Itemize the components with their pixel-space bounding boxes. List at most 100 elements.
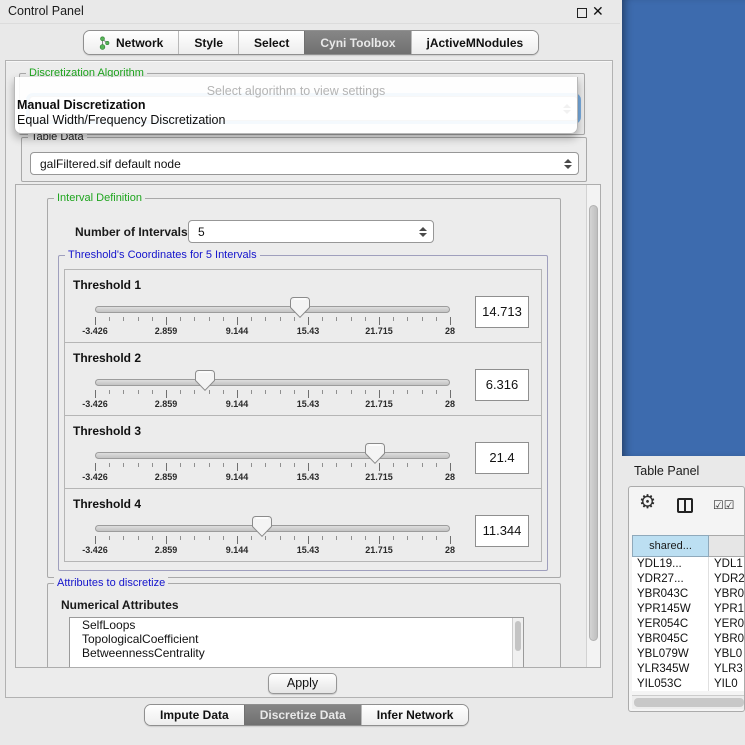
number-of-intervals-combo[interactable]: 5 bbox=[188, 220, 434, 243]
threshold-2-slider-thumb[interactable] bbox=[195, 370, 215, 391]
table-panel: Table Panel ⚙ ☑☑ shared...na YDL19...YDL… bbox=[618, 456, 745, 745]
tick-mark bbox=[322, 536, 323, 540]
tab-discretize-data[interactable]: Discretize Data bbox=[244, 705, 361, 725]
attributes-scrollbar[interactable] bbox=[512, 618, 523, 668]
column-header-na[interactable]: na bbox=[709, 535, 745, 557]
threshold-4-value-field[interactable]: 11.344 bbox=[475, 515, 529, 547]
tick-mark bbox=[95, 390, 96, 398]
tab-network[interactable]: Network bbox=[84, 31, 178, 54]
table-row[interactable]: YIL053CYIL0 bbox=[632, 677, 745, 691]
attributes-group: Attributes to discretize Numerical Attri… bbox=[47, 583, 561, 668]
threshold-1-slider[interactable]: -3.4262.8599.14415.4321.71528 bbox=[95, 270, 450, 344]
threshold-4-slider[interactable]: -3.4262.8599.14415.4321.71528 bbox=[95, 489, 450, 563]
table-row[interactable]: YBR045CYBR0 bbox=[632, 632, 745, 647]
vertical-scrollbar-thumb[interactable] bbox=[589, 205, 598, 641]
attribute-item-selfloops[interactable]: SelfLoops bbox=[70, 618, 523, 632]
control-panel: Control Panel ✕ NetworkStyleSelectCyni T… bbox=[0, 0, 620, 745]
algorithm-option-manual-discretization[interactable]: Manual Discretization bbox=[15, 98, 577, 113]
settings-gear-icon[interactable]: ⚙ bbox=[639, 493, 656, 512]
tab-impute-data[interactable]: Impute Data bbox=[145, 705, 244, 725]
slider-track[interactable] bbox=[95, 379, 450, 386]
attributes-scrollbar-thumb[interactable] bbox=[515, 621, 521, 651]
cell-name: YER0 bbox=[709, 617, 744, 632]
tab-label: Impute Data bbox=[160, 708, 229, 722]
thresholds-group-title: Threshold's Coordinates for 5 Intervals bbox=[65, 249, 260, 262]
slider-track[interactable] bbox=[95, 452, 450, 459]
tick-mark bbox=[209, 463, 210, 467]
table-row[interactable]: YBR043CYBR0 bbox=[632, 587, 745, 602]
cell-name: YBR0 bbox=[709, 632, 744, 647]
tab-style[interactable]: Style bbox=[178, 31, 238, 54]
tick-mark bbox=[223, 390, 224, 394]
tick-mark bbox=[351, 536, 352, 540]
cell-shared-name: YDL19... bbox=[632, 557, 709, 572]
horizontal-scrollbar[interactable] bbox=[632, 695, 744, 709]
tick-mark bbox=[109, 536, 110, 540]
column-header-shared[interactable]: shared... bbox=[632, 535, 709, 557]
threshold-1-slider-thumb[interactable] bbox=[290, 297, 310, 318]
table-row[interactable]: YDR27...YDR2 bbox=[632, 572, 745, 587]
tab-infer-network[interactable]: Infer Network bbox=[361, 705, 469, 725]
table-data-combo[interactable]: galFiltered.sif default node bbox=[30, 152, 579, 175]
cell-shared-name: YPR145W bbox=[632, 602, 709, 617]
tick-mark bbox=[365, 536, 366, 540]
tick-mark bbox=[251, 317, 252, 321]
numerical-attributes-list[interactable]: SelfLoopsTopologicalCoefficientBetweenne… bbox=[69, 617, 524, 668]
threshold-1-value-field[interactable]: 14.713 bbox=[475, 296, 529, 328]
tick-mark bbox=[223, 536, 224, 540]
tick-mark bbox=[209, 317, 210, 321]
tick-label: -3.426 bbox=[71, 545, 119, 555]
tick-mark bbox=[407, 390, 408, 394]
tick-mark bbox=[152, 317, 153, 321]
cell-shared-name: YBL079W bbox=[632, 647, 709, 662]
threshold-4-slider-thumb[interactable] bbox=[252, 516, 272, 537]
table-row[interactable]: YER054CYER0 bbox=[632, 617, 745, 632]
slider-track[interactable] bbox=[95, 306, 450, 313]
attribute-item-betweennesscentrality[interactable]: BetweennessCentrality bbox=[70, 646, 523, 660]
column-checkboxes-icon[interactable]: ☑☑ bbox=[713, 498, 735, 512]
table-row[interactable]: YPR145WYPR1 bbox=[632, 602, 745, 617]
tick-mark bbox=[407, 317, 408, 321]
vertical-scrollbar[interactable] bbox=[586, 185, 600, 667]
cell-shared-name: YER054C bbox=[632, 617, 709, 632]
panel-title: Control Panel bbox=[8, 4, 84, 18]
apply-button[interactable]: Apply bbox=[268, 673, 337, 694]
table-row[interactable]: YLR345WYLR3 bbox=[632, 662, 745, 677]
threshold-row-4: Threshold 4-3.4262.8599.14415.4321.71528… bbox=[64, 488, 542, 562]
slider-track[interactable] bbox=[95, 525, 450, 532]
threshold-3-value-field[interactable]: 21.4 bbox=[475, 442, 529, 474]
attribute-item-topologicalcoefficient[interactable]: TopologicalCoefficient bbox=[70, 632, 523, 646]
tick-mark bbox=[138, 317, 139, 321]
tab-cyni-toolbox[interactable]: Cyni Toolbox bbox=[304, 31, 410, 54]
split-columns-icon[interactable] bbox=[677, 498, 693, 513]
tick-label: 28 bbox=[426, 326, 474, 336]
threshold-2-value-field[interactable]: 6.316 bbox=[475, 369, 529, 401]
tick-label: 9.144 bbox=[213, 326, 261, 336]
tab-jactivemnodules[interactable]: jActiveMNodules bbox=[411, 31, 539, 54]
tab-select[interactable]: Select bbox=[238, 31, 304, 54]
interval-definition-group: Interval Definition Number of Intervals … bbox=[47, 198, 561, 578]
tab-label: Infer Network bbox=[377, 708, 454, 722]
tick-mark bbox=[237, 390, 238, 398]
interval-definition-title: Interval Definition bbox=[54, 192, 145, 205]
close-icon[interactable]: ✕ bbox=[592, 3, 604, 20]
tick-mark bbox=[138, 463, 139, 467]
tick-mark bbox=[308, 463, 309, 471]
tick-mark bbox=[280, 317, 281, 321]
threshold-3-slider[interactable]: -3.4262.8599.14415.4321.71528 bbox=[95, 416, 450, 490]
tick-mark bbox=[422, 536, 423, 540]
tick-mark bbox=[265, 390, 266, 394]
tick-label: 21.715 bbox=[355, 545, 403, 555]
algorithm-option-equal-width-frequency-discretization[interactable]: Equal Width/Frequency Discretization bbox=[15, 113, 577, 128]
table-row[interactable]: YBL079WYBL0 bbox=[632, 647, 745, 662]
tick-mark bbox=[294, 390, 295, 394]
tick-mark bbox=[436, 317, 437, 321]
tick-label: -3.426 bbox=[71, 326, 119, 336]
attributes-group-title: Attributes to discretize bbox=[54, 577, 168, 590]
tick-mark bbox=[351, 463, 352, 467]
table-row[interactable]: YDL19...YDL1 bbox=[632, 557, 745, 572]
threshold-2-slider[interactable]: -3.4262.8599.14415.4321.71528 bbox=[95, 343, 450, 417]
horizontal-scrollbar-thumb[interactable] bbox=[634, 698, 744, 707]
float-window-icon[interactable] bbox=[577, 8, 587, 18]
threshold-3-slider-thumb[interactable] bbox=[365, 443, 385, 464]
